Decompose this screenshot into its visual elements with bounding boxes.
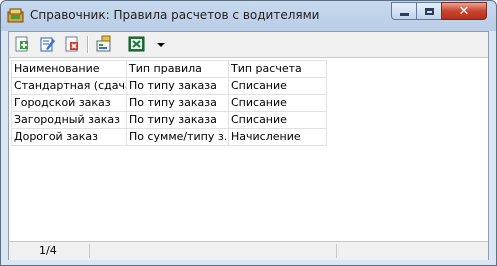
table-cell[interactable]: Списание <box>228 111 327 129</box>
column-header-calc-type[interactable]: Тип расчета <box>228 60 327 78</box>
application-window: Справочник: Правила расчетов с водителям… <box>0 0 497 266</box>
maximize-icon <box>424 7 434 15</box>
minimize-button[interactable] <box>391 2 417 20</box>
column-header-rule-type[interactable]: Тип правила <box>126 60 229 78</box>
table-cell[interactable]: По типу заказа <box>126 94 229 112</box>
dropdown-arrow-icon[interactable] <box>156 35 166 53</box>
data-grid: Наименование Тип правила Тип расчета Ста… <box>9 58 488 241</box>
status-segment <box>89 244 337 258</box>
table-row[interactable]: Дорогой заказ По сумме/типу з... Начисле… <box>11 128 327 146</box>
title-bar[interactable]: Справочник: Правила расчетов с водителям… <box>1 1 496 31</box>
close-button[interactable]: ✕ <box>441 2 487 20</box>
table-row[interactable]: Городской заказ По типу заказа Списание <box>11 94 327 112</box>
delete-icon[interactable] <box>63 35 81 53</box>
toolbar-separator <box>87 36 89 53</box>
record-counter: 1/4 <box>39 244 57 257</box>
edit-icon[interactable] <box>38 35 56 53</box>
table-cell[interactable]: Дорогой заказ <box>11 128 127 146</box>
table-cell[interactable]: Начисление <box>228 128 327 146</box>
table-cell[interactable]: По типу заказа <box>126 111 229 129</box>
table-row[interactable]: Стандартная (сдача) По типу заказа Списа… <box>11 77 327 95</box>
minimize-icon <box>399 12 409 16</box>
excel-export-icon[interactable] <box>128 35 146 53</box>
table-cell[interactable]: Списание <box>228 77 327 95</box>
maximize-button[interactable] <box>416 2 442 20</box>
table-header-row: Наименование Тип правила Тип расчета <box>11 60 327 78</box>
table-cell[interactable]: Загородный заказ <box>11 111 127 129</box>
table-cell[interactable]: Городской заказ <box>11 94 127 112</box>
table-cell[interactable]: По сумме/типу з... <box>126 128 229 146</box>
column-header-name[interactable]: Наименование <box>11 60 127 78</box>
properties-icon[interactable] <box>95 35 113 53</box>
toolbar <box>9 32 488 58</box>
status-bar: 1/4 <box>9 241 488 260</box>
app-icon <box>7 8 24 23</box>
table-row[interactable]: Загородный заказ По типу заказа Списание <box>11 111 327 129</box>
close-icon: ✕ <box>458 3 470 19</box>
window-title: Справочник: Правила расчетов с водителям… <box>30 8 320 22</box>
add-icon[interactable] <box>13 35 31 53</box>
table-cell[interactable]: Стандартная (сдача) <box>11 77 127 95</box>
rules-table: Наименование Тип правила Тип расчета Ста… <box>11 60 327 146</box>
client-area: Наименование Тип правила Тип расчета Ста… <box>8 31 489 260</box>
table-cell[interactable]: По типу заказа <box>126 77 229 95</box>
table-cell[interactable]: Списание <box>228 94 327 112</box>
